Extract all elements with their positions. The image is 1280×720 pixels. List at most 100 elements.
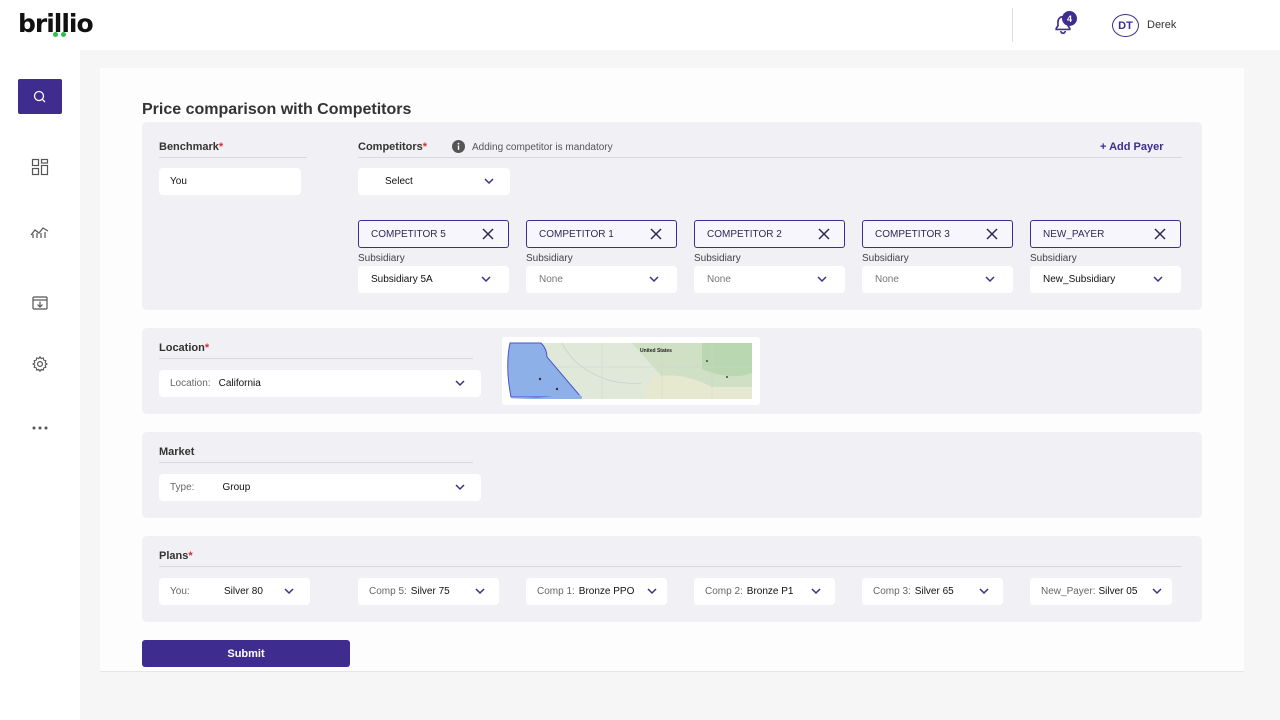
plan-prefix: Comp 3:	[873, 586, 911, 597]
location-select[interactable]: Location: California	[159, 370, 481, 397]
notification-badge: 4	[1062, 11, 1077, 26]
subsidiary-value: None	[539, 274, 563, 285]
plans-label-text: Plans	[159, 550, 189, 562]
close-icon[interactable]	[818, 228, 830, 240]
username[interactable]: Derek	[1147, 19, 1176, 31]
sidebar-item-dashboard[interactable]	[18, 149, 62, 184]
plan-select-you[interactable]: You: Silver 80	[159, 578, 310, 605]
dashboard-icon	[31, 158, 49, 175]
chevron-down-icon	[284, 587, 294, 594]
benchmark-label: Benchmark*	[159, 141, 307, 158]
subsidiary-select[interactable]: New_Subsidiary	[1030, 266, 1181, 293]
page-title: Price comparison with Competitors	[142, 101, 412, 118]
add-payer-link[interactable]: + Add Payer	[1100, 141, 1163, 153]
subsidiary-select[interactable]: None	[862, 266, 1013, 293]
plan-prefix: You:	[170, 586, 190, 597]
chevron-down-icon	[811, 587, 821, 594]
analytics-icon	[30, 226, 49, 238]
plans-section: Plans* You: Silver 80 Comp 5: Silver 75 …	[142, 536, 1202, 622]
logo-dots	[53, 32, 66, 37]
plan-value: Silver 05	[1098, 586, 1138, 597]
plan-value: Bronze P1	[746, 586, 794, 597]
chevron-down-icon	[455, 483, 465, 490]
sidebar	[0, 50, 80, 720]
map-country-label: United States	[640, 348, 672, 354]
market-type-value: Group	[222, 482, 251, 493]
location-map[interactable]: United States	[502, 337, 760, 405]
subsidiary-label: Subsidiary	[694, 253, 741, 264]
plan-select-comp5[interactable]: Comp 5: Silver 75	[358, 578, 499, 605]
chevron-down-icon	[647, 587, 657, 594]
plan-value: Silver 65	[914, 586, 954, 597]
subsidiary-value: None	[875, 274, 899, 285]
subsidiary-select[interactable]: None	[526, 266, 677, 293]
benchmark-label-text: Benchmark	[159, 141, 219, 153]
market-label-text: Market	[159, 446, 195, 458]
subsidiary-value: Subsidiary 5A	[371, 274, 433, 285]
chip-label: COMPETITOR 3	[875, 228, 950, 240]
benchmark-field[interactable]: You	[159, 168, 301, 195]
chevron-down-icon	[979, 587, 989, 594]
sidebar-item-analytics[interactable]	[18, 214, 62, 249]
market-section: Market Type: Group	[142, 432, 1202, 518]
subsidiary-select[interactable]: Subsidiary 5A	[358, 266, 509, 293]
chevron-down-icon	[484, 177, 494, 184]
chevron-down-icon	[1152, 587, 1162, 594]
plans-label: Plans*	[159, 550, 1182, 567]
competitor-chip[interactable]: COMPETITOR 1	[526, 220, 677, 248]
sidebar-item-more[interactable]	[18, 410, 62, 445]
chevron-down-icon	[985, 275, 995, 282]
chevron-down-icon	[817, 275, 827, 282]
close-icon[interactable]	[482, 228, 494, 240]
competitor-chip[interactable]: COMPETITOR 2	[694, 220, 845, 248]
close-icon[interactable]	[650, 228, 662, 240]
chevron-down-icon	[1153, 275, 1163, 282]
sidebar-item-search[interactable]	[18, 79, 62, 114]
gear-icon	[32, 355, 48, 372]
plan-value: Silver 75	[410, 586, 450, 597]
chevron-down-icon	[455, 379, 465, 386]
chevron-down-icon	[649, 275, 659, 282]
competitor-chip[interactable]: COMPETITOR 3	[862, 220, 1013, 248]
plan-select-comp2[interactable]: Comp 2: Bronze P1	[694, 578, 835, 605]
plan-select-comp1[interactable]: Comp 1: Bronze PPO	[526, 578, 667, 605]
subsidiary-label: Subsidiary	[526, 253, 573, 264]
sidebar-item-downloads[interactable]	[18, 285, 62, 320]
more-icon	[32, 426, 48, 429]
competitors-select[interactable]: Select	[358, 168, 510, 195]
plan-select-comp3[interactable]: Comp 3: Silver 65	[862, 578, 1003, 605]
main-card: Price comparison with Competitors Benchm…	[100, 68, 1244, 672]
download-box-icon	[32, 295, 48, 310]
avatar[interactable]: DT	[1112, 14, 1139, 37]
chip-label: COMPETITOR 1	[539, 228, 614, 240]
chip-label: NEW_PAYER	[1043, 228, 1105, 240]
competitor-chip[interactable]: NEW_PAYER	[1030, 220, 1181, 248]
close-icon[interactable]	[1154, 228, 1166, 240]
top-header: brillio 4 DT Derek	[0, 0, 1280, 50]
sidebar-item-settings[interactable]	[18, 346, 62, 381]
header-divider	[1012, 8, 1013, 42]
competitor-chip[interactable]: COMPETITOR 5	[358, 220, 509, 248]
submit-button[interactable]: Submit	[142, 640, 350, 667]
benchmark-value: You	[170, 176, 187, 187]
plan-prefix: Comp 2:	[705, 586, 743, 597]
plan-value: Bronze PPO	[578, 586, 635, 597]
location-prefix: Location:	[170, 378, 211, 389]
market-type-select[interactable]: Type: Group	[159, 474, 481, 501]
plan-select-new-payer[interactable]: New_Payer: Silver 05	[1030, 578, 1172, 605]
chip-label: COMPETITOR 2	[707, 228, 782, 240]
plan-value: Silver 80	[224, 586, 263, 597]
competitors-label-text: Competitors	[358, 141, 423, 153]
select-placeholder: Select	[385, 176, 413, 187]
info-icon[interactable]	[452, 140, 465, 153]
competitors-section: Benchmark* You Competitors* Adding compe…	[142, 122, 1202, 310]
map-image	[507, 342, 752, 399]
plan-prefix: New_Payer:	[1041, 586, 1096, 597]
subsidiary-value: None	[707, 274, 731, 285]
search-icon	[33, 90, 46, 102]
chip-label: COMPETITOR 5	[371, 228, 446, 240]
subsidiary-select[interactable]: None	[694, 266, 845, 293]
close-icon[interactable]	[986, 228, 998, 240]
subsidiary-label: Subsidiary	[1030, 253, 1077, 264]
market-type-prefix: Type:	[170, 482, 195, 493]
